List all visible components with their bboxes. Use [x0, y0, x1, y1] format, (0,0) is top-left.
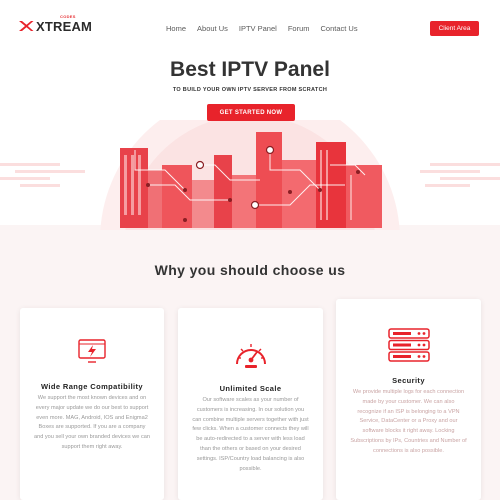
- hero-title: Best IPTV Panel: [170, 58, 330, 81]
- nav-item-contact[interactable]: Contact Us: [320, 24, 357, 33]
- section-title: Why you should choose us: [154, 262, 346, 278]
- feature-card-compatibility: Wide Range Compatibility We support the …: [20, 308, 164, 500]
- card-text: We support the most known devices and on…: [34, 395, 150, 450]
- server-stack-icon: [387, 328, 430, 367]
- get-started-button[interactable]: GET STARTED NOW: [207, 104, 295, 121]
- client-area-button[interactable]: Client Area: [430, 21, 479, 36]
- brand-logo-icon: [18, 18, 34, 34]
- card-title: Security: [392, 376, 425, 385]
- nav-item-home[interactable]: Home: [166, 24, 186, 33]
- feature-card-scale: Unlimited Scale Our software scales as y…: [178, 308, 323, 500]
- feature-card-security: Security We provide multiple logs for ea…: [336, 299, 481, 500]
- card-title: Unlimited Scale: [219, 384, 282, 393]
- main-nav: Home About Us IPTV Panel Forum Contact U…: [166, 24, 369, 33]
- nav-item-forum[interactable]: Forum: [288, 24, 310, 33]
- card-text: Our software scales as your number of cu…: [192, 397, 309, 472]
- brand-logo[interactable]: XTREAM: [18, 18, 92, 34]
- brand-name: XTREAM: [36, 18, 93, 34]
- hero-illustration: [0, 120, 500, 230]
- brand-sub: CODES: [60, 14, 76, 19]
- nav-item-iptv-panel[interactable]: IPTV Panel: [239, 24, 277, 33]
- hero-subtitle: TO BUILD YOUR OWN IPTV SERVER FROM SCRAT…: [172, 87, 328, 93]
- speedometer-icon: [233, 338, 269, 375]
- card-text: We provide multiple logs for each connec…: [350, 389, 467, 454]
- nav-item-about[interactable]: About Us: [197, 24, 228, 33]
- flash-monitor-icon: [78, 338, 106, 369]
- card-title: Wide Range Compatibility: [40, 382, 144, 391]
- site-header: XTREAM CODES Home About Us IPTV Panel Fo…: [0, 0, 500, 56]
